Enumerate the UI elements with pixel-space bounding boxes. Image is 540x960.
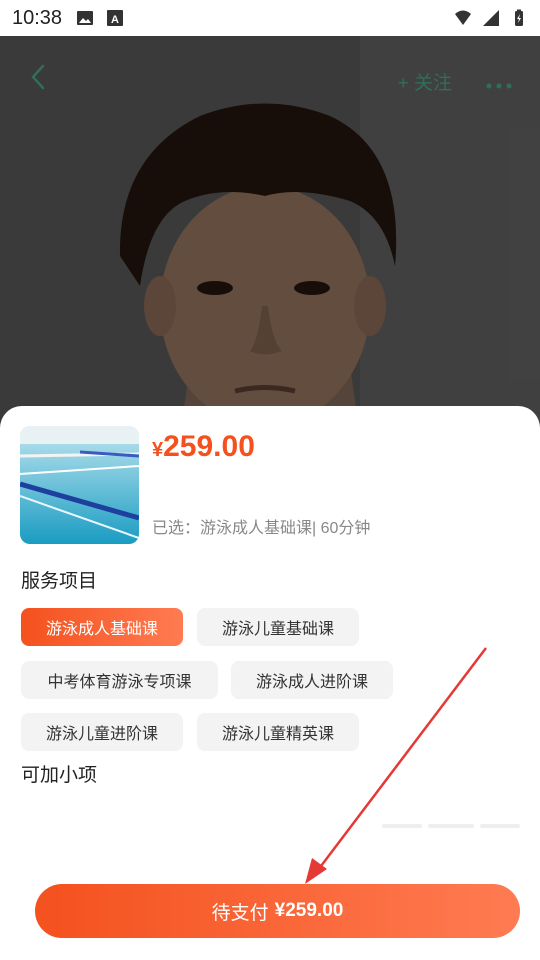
battery-icon bbox=[515, 9, 523, 26]
status-time: 10:38 bbox=[12, 6, 63, 29]
service-chip[interactable]: 游泳成人基础课 bbox=[21, 608, 183, 646]
more-button[interactable] bbox=[486, 66, 512, 97]
price: ¥ 259.00 bbox=[152, 430, 255, 464]
addons-title: 可加小项 bbox=[21, 765, 98, 786]
selected-summary: 已选：游泳成人基础课| 60分钟 bbox=[152, 520, 371, 537]
purchase-sheet: ¥ 259.00 已选：游泳成人基础课| 60分钟 服务项目 游泳成人基础课 游… bbox=[0, 406, 540, 960]
services-title: 服务项目 bbox=[21, 571, 98, 592]
indicator-dot bbox=[480, 824, 520, 828]
indicator-dot bbox=[382, 824, 422, 828]
signal-icon bbox=[483, 10, 499, 26]
pay-button[interactable]: 待支付 ¥259.00 bbox=[35, 884, 520, 938]
pay-amount: ¥259.00 bbox=[274, 900, 344, 921]
product-thumbnail bbox=[20, 426, 139, 544]
svg-text:A: A bbox=[111, 14, 119, 26]
indicator-dot bbox=[428, 824, 474, 828]
pay-label: 待支付 bbox=[211, 902, 269, 924]
service-chip[interactable]: 游泳儿童进阶课 bbox=[21, 713, 183, 751]
page-indicator bbox=[382, 824, 520, 828]
status-bar: 10:38 A bbox=[0, 0, 540, 36]
follow-button[interactable]: + 关注 bbox=[398, 68, 452, 95]
wifi-icon bbox=[455, 10, 471, 25]
pool-image bbox=[20, 426, 139, 544]
service-chip[interactable]: 游泳儿童基础课 bbox=[197, 608, 359, 646]
service-chip[interactable]: 游泳儿童精英课 bbox=[197, 713, 359, 751]
top-nav: + 关注 bbox=[0, 36, 540, 126]
service-chip[interactable]: 中考体育游泳专项课 bbox=[21, 661, 218, 699]
service-chip[interactable]: 游泳成人进阶课 bbox=[231, 661, 393, 699]
more-dots-icon bbox=[486, 83, 512, 88]
currency-symbol: ¥ bbox=[152, 439, 164, 461]
chevron-left-icon bbox=[31, 64, 45, 90]
image-icon bbox=[77, 11, 94, 25]
font-icon: A bbox=[107, 10, 124, 26]
price-value: 259.00 bbox=[163, 430, 255, 463]
back-button[interactable] bbox=[28, 63, 58, 99]
